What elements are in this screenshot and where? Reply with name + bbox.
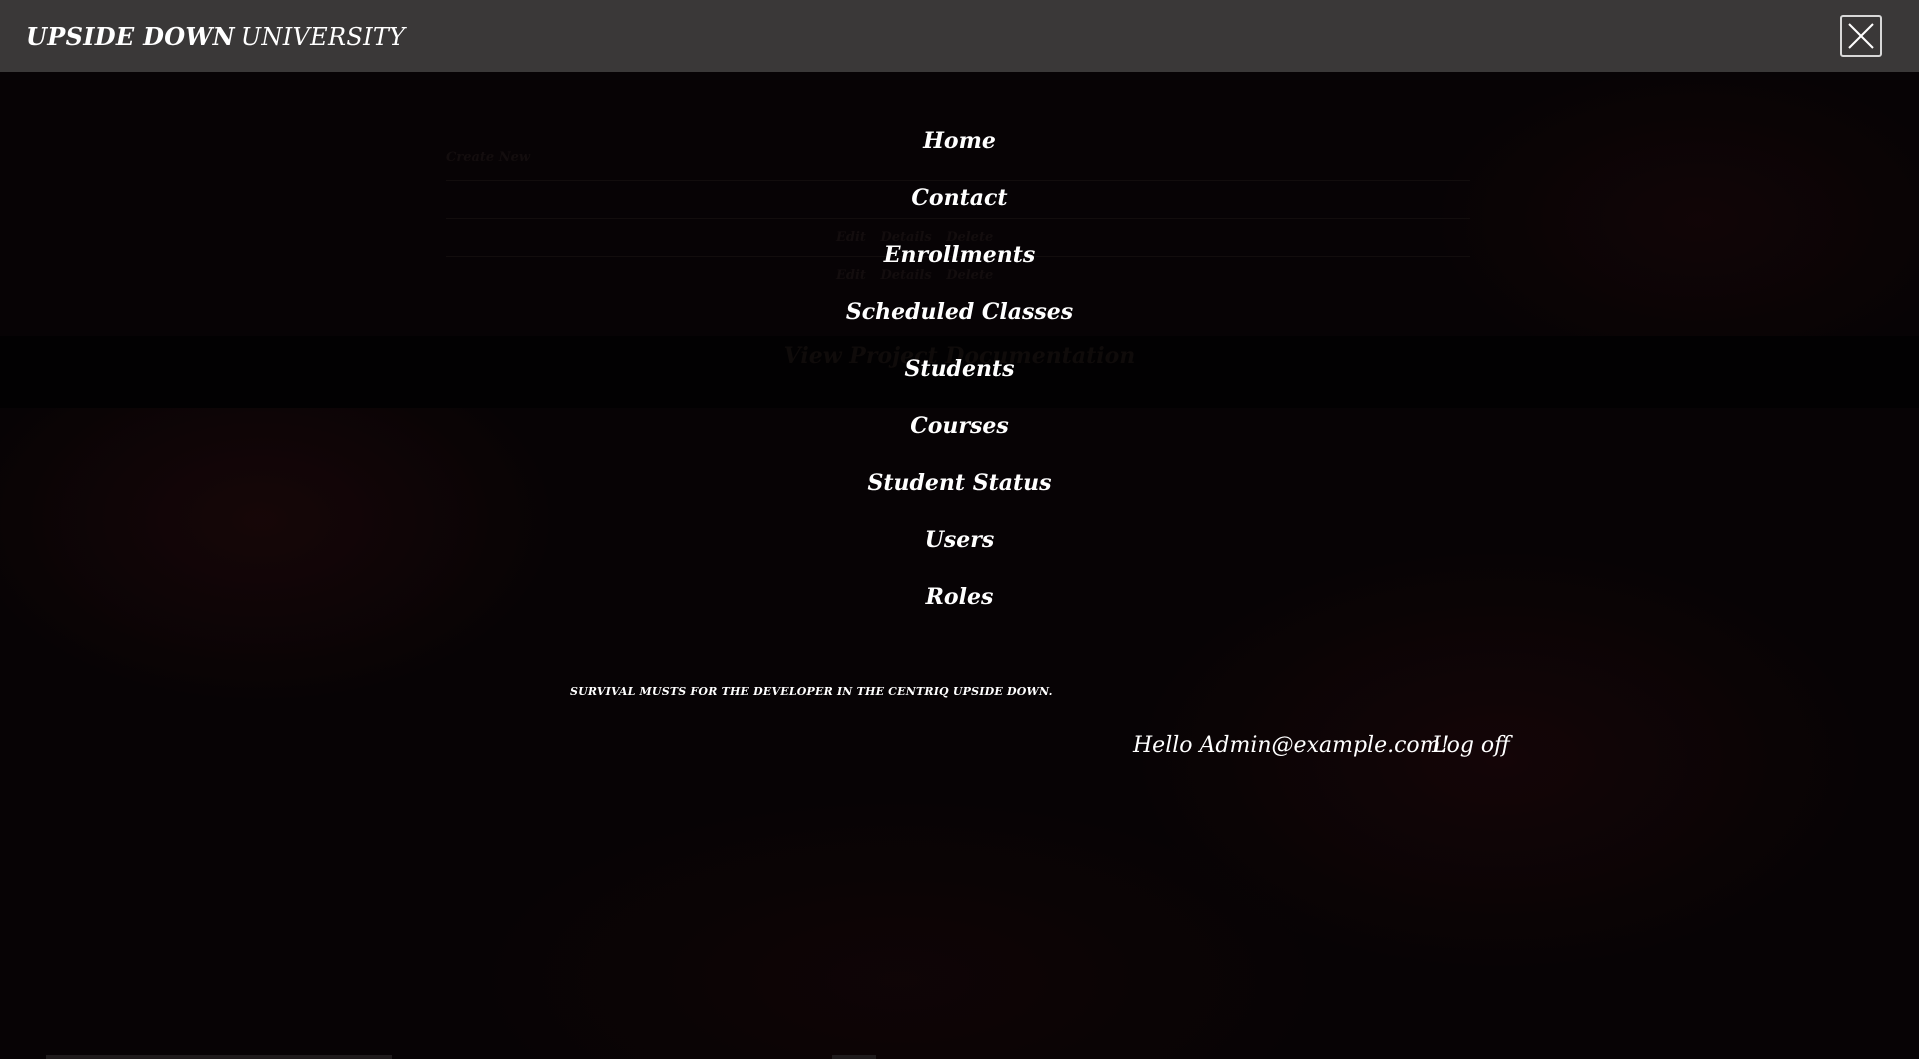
close-menu-button[interactable] xyxy=(1840,15,1882,57)
nav-item-enrollments: Enrollments xyxy=(0,242,1919,299)
nav-link-contact[interactable]: Contact xyxy=(911,185,1007,211)
nav-link-enrollments[interactable]: Enrollments xyxy=(884,242,1036,268)
main-nav-menu: Home Contact Enrollments Scheduled Class… xyxy=(0,128,1919,641)
nav-link-students[interactable]: Students xyxy=(905,356,1015,382)
nav-link-home[interactable]: Home xyxy=(923,128,996,154)
log-off-link[interactable]: Log off xyxy=(1432,733,1510,758)
site-tagline: SURVIVAL MUSTS FOR THE DEVELOPER IN THE … xyxy=(570,685,1053,698)
account-greeting-link[interactable]: Hello Admin@example.com! xyxy=(1133,733,1449,758)
nav-item-roles: Roles xyxy=(0,584,1919,641)
nav-item-users: Users xyxy=(0,527,1919,584)
nav-link-users[interactable]: Users xyxy=(925,527,995,553)
top-bar: UPSIDE DOWN UNIVERSITY xyxy=(0,0,1919,72)
brand-name-bold: UPSIDE DOWN xyxy=(26,22,235,51)
brand-name-regular: UNIVERSITY xyxy=(240,23,406,51)
brand-logo[interactable]: UPSIDE DOWN UNIVERSITY xyxy=(26,22,405,51)
nav-item-student-status: Student Status xyxy=(0,470,1919,527)
nav-link-courses[interactable]: Courses xyxy=(910,413,1009,439)
nav-item-students: Students xyxy=(0,356,1919,413)
page: Create New Edit Details Delete Edit Deta… xyxy=(0,0,1919,1059)
nav-link-roles[interactable]: Roles xyxy=(926,584,994,610)
nav-item-courses: Courses xyxy=(0,413,1919,470)
nav-item-scheduled-classes: Scheduled Classes xyxy=(0,299,1919,356)
nav-item-home: Home xyxy=(0,128,1919,185)
nav-link-scheduled-classes[interactable]: Scheduled Classes xyxy=(846,299,1073,325)
nav-link-student-status[interactable]: Student Status xyxy=(867,470,1051,496)
close-icon xyxy=(1848,23,1874,49)
nav-item-contact: Contact xyxy=(0,185,1919,242)
